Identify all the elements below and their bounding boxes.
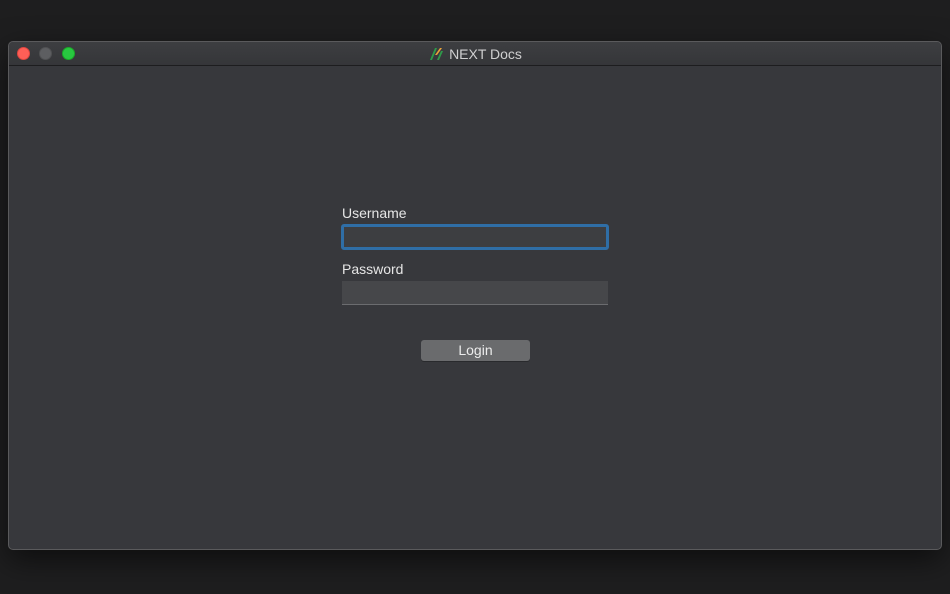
next-docs-logo-icon <box>430 48 444 60</box>
username-label: Username <box>342 205 407 221</box>
login-button[interactable]: Login <box>421 340 530 361</box>
password-input[interactable] <box>342 281 608 305</box>
window-title: NEXT Docs <box>449 46 522 62</box>
window-title-group: NEXT Docs <box>9 42 941 66</box>
username-input[interactable] <box>341 224 609 250</box>
app-window: NEXT Docs Username Password Login <box>8 41 942 550</box>
password-label: Password <box>342 261 404 277</box>
title-bar[interactable]: NEXT Docs <box>9 42 941 66</box>
